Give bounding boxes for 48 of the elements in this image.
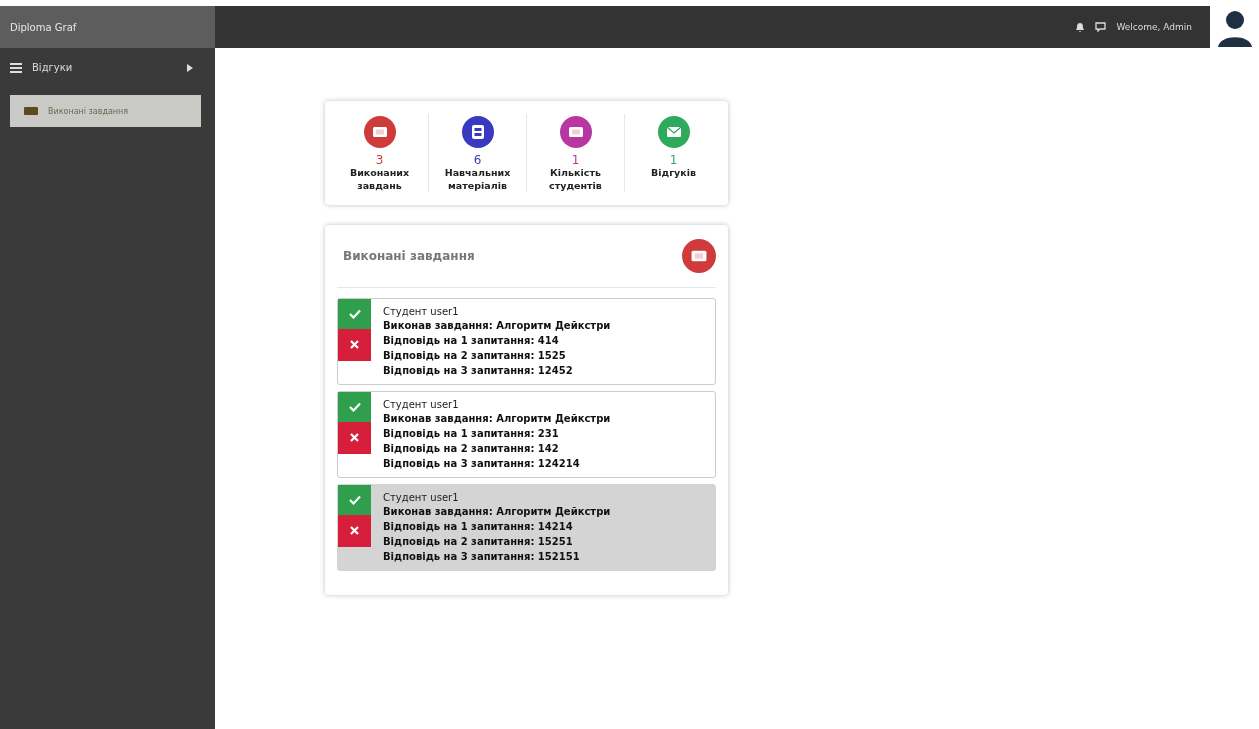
sidebar-item[interactable]: Виконані завдання xyxy=(10,95,201,127)
approve-button[interactable] xyxy=(338,484,371,515)
task-entry[interactable]: Студент user1 Виконав завдання: Алгоритм Дейкстри Відповідь на 1 запитання: 414 Відповідь на 2 запитання: 1525 Відповідь на 3 запитання: 12452 xyxy=(337,297,716,385)
answer-text: Відповідь на 3 запитання: 12452 xyxy=(383,363,574,378)
stat-value: 1 xyxy=(669,154,678,168)
stat-value: 1 xyxy=(571,154,580,168)
check-icon xyxy=(348,401,361,412)
welcome-text: Welcome, Admin xyxy=(1116,22,1192,32)
answer-text: Відповідь на 3 запитання: 152151 xyxy=(383,549,581,564)
answer-text: Відповідь на 1 запитання: 414 xyxy=(383,333,560,348)
menu-icon xyxy=(10,62,22,73)
menu-toggle[interactable]: Відгуки xyxy=(0,48,215,87)
stat-value: 6 xyxy=(473,154,482,168)
approve-button[interactable] xyxy=(338,391,371,422)
approve-button[interactable] xyxy=(338,298,371,329)
student-name: Студент user1 xyxy=(383,397,460,411)
answer-text: Відповідь на 1 запитання: 14214 xyxy=(383,519,574,534)
answer-text: Відповідь на 2 запитання: 15251 xyxy=(383,534,574,549)
check-icon xyxy=(348,494,361,505)
check-icon xyxy=(348,308,361,319)
ticket-icon xyxy=(682,238,716,273)
task-entry[interactable]: Студент user1 Виконав завдання: Алгоритм Дейкстри Відповідь на 1 запитання: 14214 Відповідь на 2 запитання: 15251 Відповідь на 3 запитання: 152151 xyxy=(337,483,716,571)
answer-text: Відповідь на 3 запитання: 124214 xyxy=(383,456,581,471)
task-entry[interactable]: Студент user1 Виконав завдання: Алгоритм Дейкстри Відповідь на 1 запитання: 231 Відповідь на 2 запитання: 142 Відповідь на 3 запитання: 124214 xyxy=(337,390,716,478)
bell-icon[interactable] xyxy=(1075,21,1086,33)
task-name: Виконав завдання: Алгоритм Дейкстри xyxy=(383,318,611,333)
brand-name: Diploma Graf xyxy=(10,21,77,33)
close-icon xyxy=(350,340,359,350)
reject-button[interactable] xyxy=(338,328,371,361)
stat-value: 3 xyxy=(375,154,384,168)
student-name: Студент user1 xyxy=(383,304,460,318)
answer-text: Відповідь на 2 запитання: 1525 xyxy=(383,348,567,363)
close-icon xyxy=(350,433,359,443)
reject-button[interactable] xyxy=(338,514,371,547)
task-name: Виконав завдання: Алгоритм Дейкстри xyxy=(383,504,611,519)
chat-icon[interactable] xyxy=(1095,22,1107,32)
stat-label: Виконаних завдань xyxy=(348,167,411,192)
ticket-icon xyxy=(24,107,38,115)
stat-label: Навчальних матеріалів xyxy=(443,167,512,192)
stat-label: Відгуків xyxy=(649,167,697,180)
task-name: Виконав завдання: Алгоритм Дейкстри xyxy=(383,411,611,426)
reject-button[interactable] xyxy=(338,421,371,454)
student-name: Студент user1 xyxy=(383,490,460,504)
stat-label: Кількість студентів xyxy=(548,167,603,192)
answer-text: Відповідь на 2 запитання: 142 xyxy=(383,441,560,456)
close-icon xyxy=(350,526,359,536)
card-title: Виконані завдання xyxy=(343,248,475,263)
answer-text: Відповідь на 1 запитання: 231 xyxy=(383,426,560,441)
